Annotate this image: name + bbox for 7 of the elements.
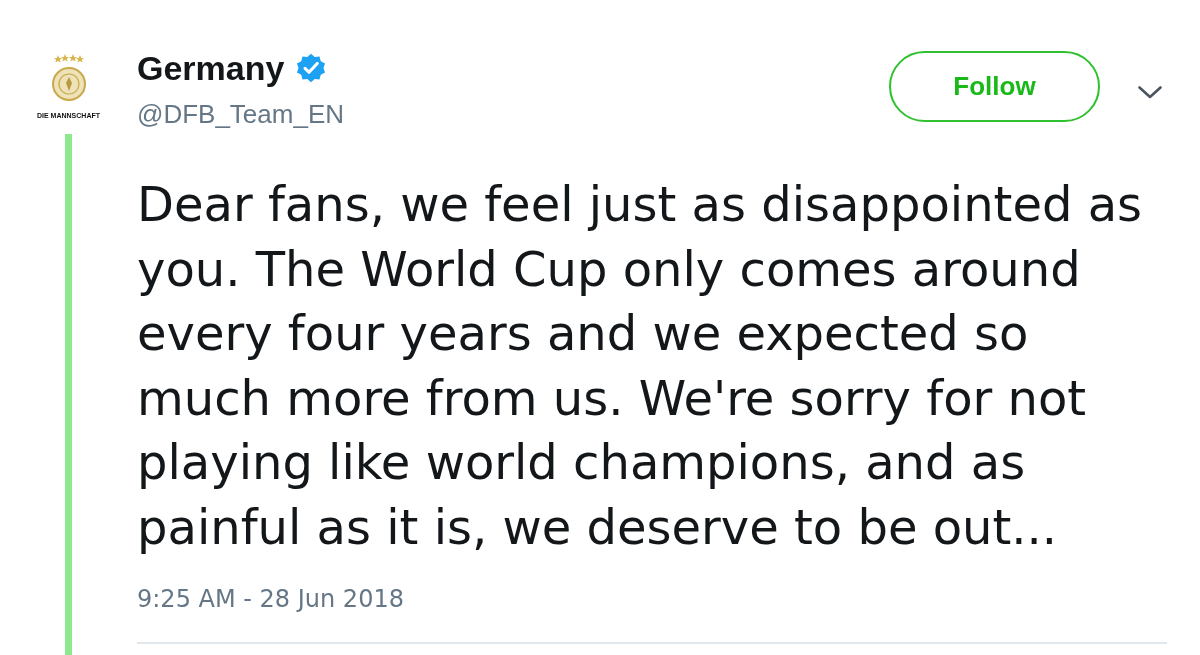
account-handle[interactable]: @DFB_Team_EN — [137, 98, 344, 130]
chevron-down-icon[interactable] — [1138, 86, 1162, 99]
tweet-timestamp[interactable]: 9:25 AM - 28 Jun 2018 — [137, 584, 404, 614]
account-name[interactable]: Germany — [137, 48, 285, 88]
follow-button[interactable]: Follow — [889, 51, 1100, 122]
tweet-text: Dear fans, we feel just as disappointed as you. The World Cup only comes around every four years and we expected so much more from us. We're sorry for not playing like world champions, and as painful as it is, we deserve to be out... — [137, 175, 1144, 557]
crest-icon — [51, 54, 86, 104]
